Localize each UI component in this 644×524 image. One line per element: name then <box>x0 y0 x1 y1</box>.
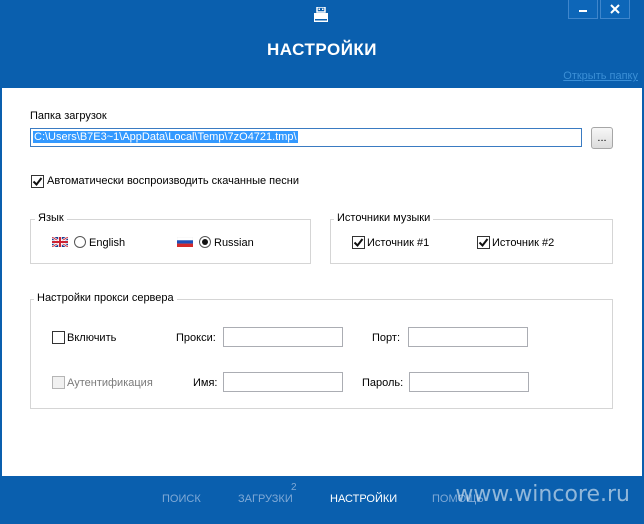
proxy-auth-label: Аутентификация <box>67 377 153 389</box>
open-folder-link[interactable]: Открыть папку <box>563 70 638 82</box>
watermark: www.wincore.ru <box>455 482 630 507</box>
proxy-password-label: Пароль: <box>362 377 404 389</box>
language-legend: Язык <box>35 212 67 224</box>
header-bar: НАСТРОЙКИ <box>0 0 644 88</box>
uk-flag-icon <box>52 237 68 247</box>
window-controls <box>566 0 630 19</box>
proxy-username-input[interactable] <box>223 372 343 392</box>
nav-downloads[interactable]: ЗАГРУЗКИ <box>238 493 293 505</box>
autoplay-label: Автоматически воспроизводить скачанные п… <box>47 175 299 187</box>
proxy-enable-checkbox[interactable] <box>52 331 65 344</box>
music-sources-legend: Источники музыки <box>334 212 434 224</box>
checkmark-icon <box>478 238 489 248</box>
autoplay-checkbox[interactable] <box>31 175 44 188</box>
checkmark-icon <box>32 177 43 187</box>
downloads-path-input[interactable]: C:\Users\B7E3~1\AppData\Local\Temp\7zO47… <box>30 128 582 147</box>
close-button[interactable] <box>600 0 630 19</box>
language-russian-label: Russian <box>214 237 254 249</box>
proxy-username-label: Имя: <box>193 377 218 389</box>
proxy-port-input[interactable] <box>408 327 528 347</box>
downloads-count-badge: 2 <box>291 482 297 493</box>
proxy-settings-group <box>30 299 613 409</box>
source2-label: Источник #2 <box>492 237 555 249</box>
nav-settings[interactable]: НАСТРОЙКИ <box>330 493 397 505</box>
proxy-password-input[interactable] <box>409 372 529 392</box>
source1-label: Источник #1 <box>367 237 430 249</box>
downloads-path-value: C:\Users\B7E3~1\AppData\Local\Temp\7zO47… <box>33 131 298 143</box>
bottom-navigation: ПОИСК ЗАГРУЗКИ 2 НАСТРОЙКИ ПОМОЩЬ www.wi… <box>0 476 644 524</box>
browse-button[interactable]: ... <box>591 127 613 149</box>
proxy-port-label: Порт: <box>372 332 400 344</box>
minimize-icon <box>579 10 587 12</box>
language-radio-russian[interactable] <box>199 236 211 248</box>
checkmark-icon <box>353 238 364 248</box>
minimize-button[interactable] <box>568 0 598 19</box>
proxy-host-label: Прокси: <box>176 332 216 344</box>
proxy-settings-legend: Настройки прокси сервера <box>34 292 177 304</box>
russia-flag-icon <box>177 237 193 247</box>
language-radio-english[interactable] <box>74 236 86 248</box>
language-english-label: English <box>89 237 126 249</box>
page-title: НАСТРОЙКИ <box>266 40 378 59</box>
language-group <box>30 219 311 264</box>
close-icon <box>610 4 620 14</box>
radio-selected-dot <box>202 239 208 245</box>
proxy-auth-checkbox[interactable] <box>52 376 65 389</box>
downloads-folder-label: Папка загрузок <box>30 110 107 122</box>
proxy-enable-label: Включить <box>67 332 117 344</box>
proxy-host-input[interactable] <box>223 327 343 347</box>
usb-icon <box>314 7 328 22</box>
nav-search[interactable]: ПОИСК <box>162 493 201 505</box>
source2-checkbox[interactable] <box>477 236 490 249</box>
source1-checkbox[interactable] <box>352 236 365 249</box>
